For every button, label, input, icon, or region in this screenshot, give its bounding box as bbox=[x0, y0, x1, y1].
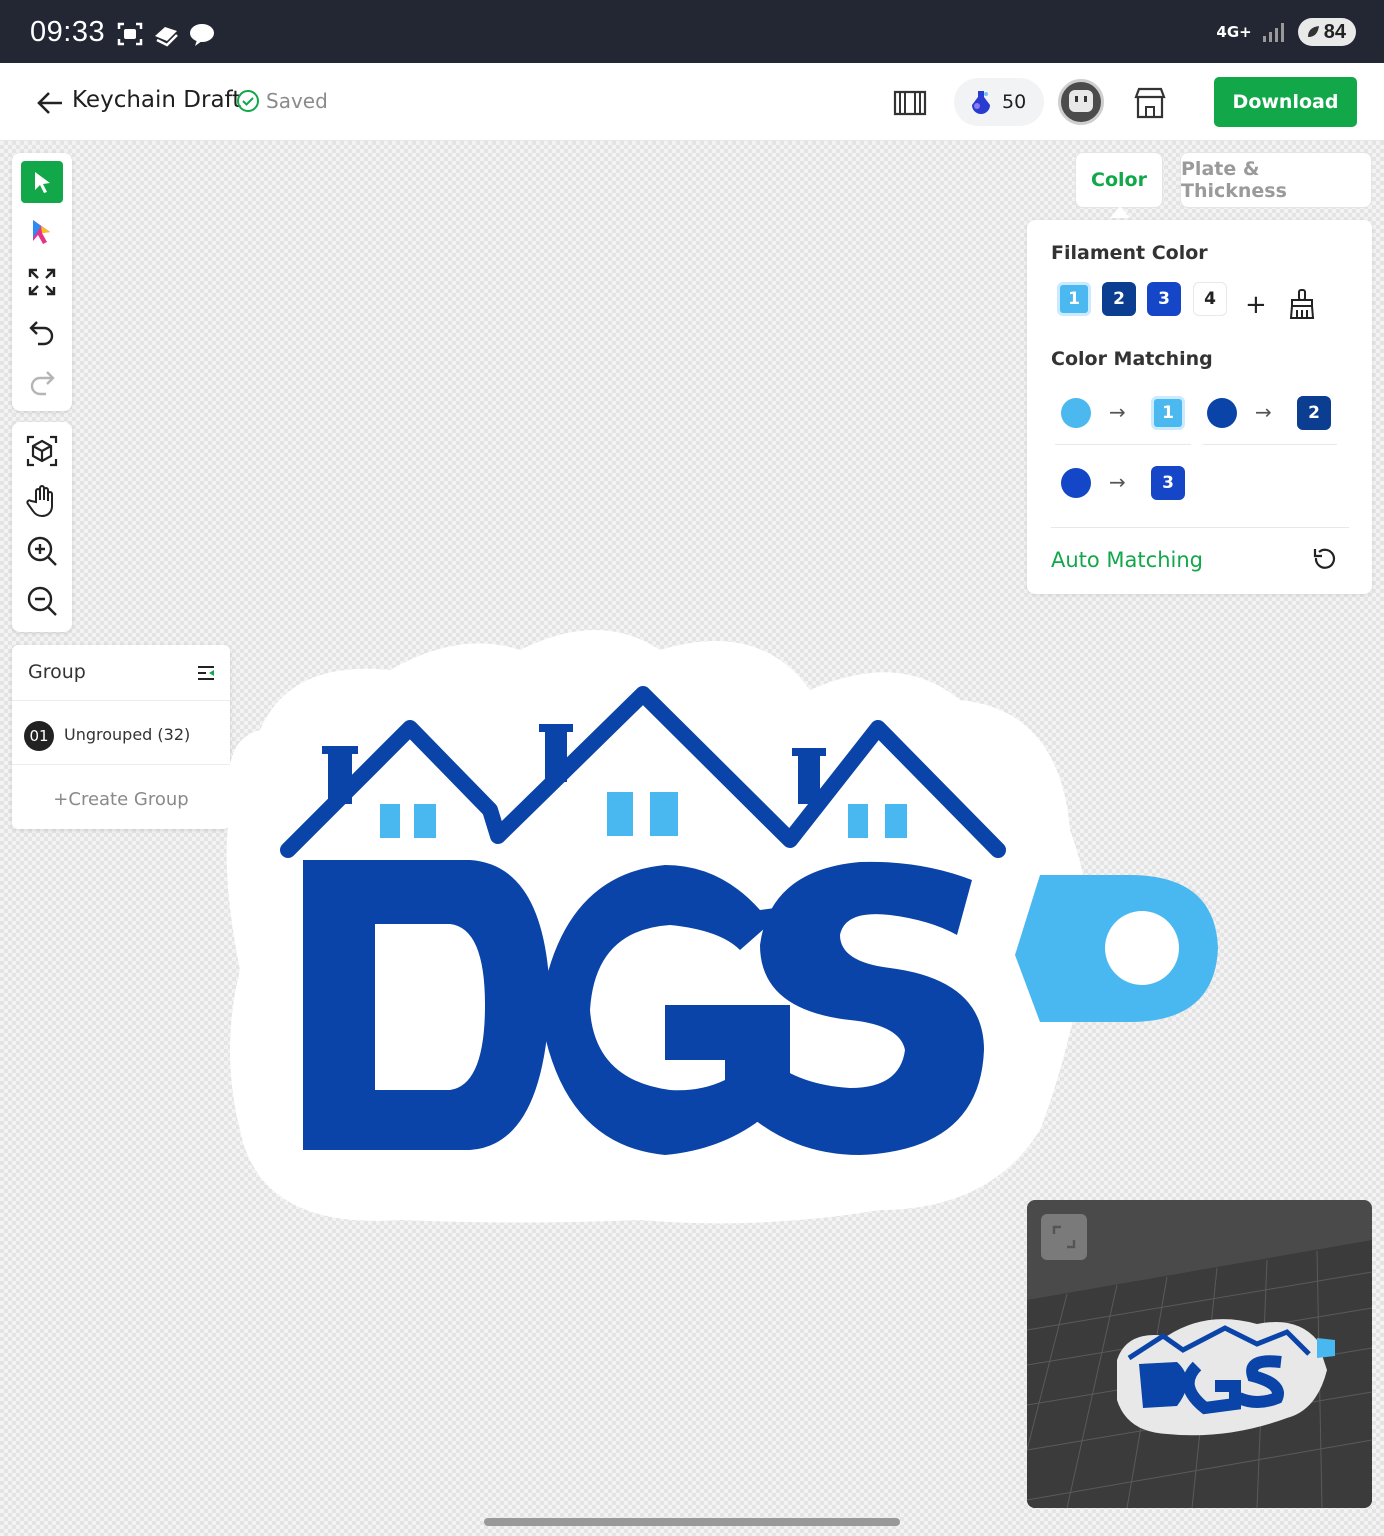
saved-label: Saved bbox=[266, 89, 328, 113]
group-number: 01 bbox=[24, 721, 54, 751]
tab-plate-thickness[interactable]: Plate & Thickness bbox=[1180, 152, 1372, 208]
credits-badge[interactable]: 50 bbox=[954, 78, 1044, 126]
credits-count: 50 bbox=[1002, 91, 1027, 113]
create-group-button[interactable]: +Create Group bbox=[12, 789, 230, 810]
keyring-tab[interactable] bbox=[1015, 875, 1218, 1022]
divider bbox=[1055, 444, 1191, 445]
match-source-1 bbox=[1061, 398, 1091, 428]
match-target-2[interactable]: 2 bbox=[1297, 396, 1331, 430]
leaf-icon bbox=[1307, 26, 1319, 37]
redo-tool[interactable] bbox=[21, 361, 63, 403]
arrow-right-icon: → bbox=[1255, 400, 1272, 424]
expand-preview-button[interactable] bbox=[1041, 1214, 1087, 1260]
divider bbox=[1203, 444, 1337, 445]
filament-chip-3[interactable]: 3 bbox=[1147, 282, 1181, 316]
cube-icon bbox=[26, 435, 58, 467]
tab-pointer bbox=[1110, 206, 1130, 218]
potion-icon bbox=[972, 91, 990, 114]
fit-screen-tool[interactable] bbox=[21, 261, 63, 303]
3d-preview-panel[interactable] bbox=[1027, 1200, 1372, 1508]
match-target-3[interactable]: 3 bbox=[1151, 466, 1185, 500]
check-circle-icon bbox=[237, 90, 259, 112]
brush-icon[interactable] bbox=[1287, 288, 1317, 320]
home-indicator[interactable] bbox=[484, 1518, 900, 1526]
status-icons bbox=[116, 20, 216, 48]
create-group-label: Create Group bbox=[68, 789, 189, 810]
keychain-artwork[interactable] bbox=[200, 610, 1230, 1230]
fit-screen-icon bbox=[28, 268, 56, 296]
status-bar: 09:33 4G+ 84 bbox=[0, 0, 1384, 63]
save-status: Saved bbox=[236, 89, 328, 113]
3d-model-preview bbox=[1117, 1319, 1335, 1436]
reset-icon[interactable] bbox=[1311, 546, 1339, 574]
group-label: Ungrouped (32) bbox=[64, 725, 191, 744]
battery-indicator: 84 bbox=[1297, 18, 1356, 46]
arrow-right-icon: → bbox=[1109, 400, 1126, 424]
match-source-3 bbox=[1061, 468, 1091, 498]
zoom-in-icon bbox=[27, 536, 57, 566]
arrow-right-icon: → bbox=[1109, 470, 1126, 494]
undo-tool[interactable] bbox=[21, 311, 63, 353]
group-title: Group bbox=[28, 661, 86, 683]
plus-icon: + bbox=[53, 789, 69, 810]
page-title: Keychain Draft bbox=[72, 87, 242, 113]
magic-cursor-icon bbox=[33, 220, 50, 244]
app-header: Keychain Draft Saved 50 Download bbox=[0, 63, 1384, 141]
zoom-in-tool[interactable] bbox=[21, 530, 63, 572]
group-panel: Group 01 Ungrouped (32) +Create Group bbox=[12, 645, 230, 829]
book-icon[interactable] bbox=[890, 83, 930, 123]
robot-avatar-icon bbox=[1069, 90, 1093, 112]
edit-toolbar bbox=[12, 153, 72, 411]
status-time: 09:33 bbox=[30, 16, 106, 48]
hand-icon bbox=[26, 485, 53, 518]
zoom-out-tool[interactable] bbox=[21, 580, 63, 622]
magic-select-tool[interactable] bbox=[21, 211, 63, 253]
avatar[interactable] bbox=[1058, 79, 1104, 125]
filament-color-title: Filament Color bbox=[1051, 242, 1208, 264]
battery-level: 84 bbox=[1323, 20, 1346, 43]
auto-matching-button[interactable]: Auto Matching bbox=[1051, 548, 1203, 572]
view-toolbar bbox=[12, 422, 72, 632]
match-target-1[interactable]: 1 bbox=[1151, 396, 1185, 430]
chat-icon bbox=[190, 24, 214, 46]
match-source-2 bbox=[1207, 398, 1237, 428]
filament-chip-1[interactable]: 1 bbox=[1057, 282, 1091, 316]
add-filament-button[interactable]: + bbox=[1245, 290, 1267, 320]
network-indicator: 4G+ bbox=[1216, 23, 1252, 41]
store-icon[interactable] bbox=[1130, 83, 1170, 123]
tab-color[interactable]: Color bbox=[1075, 152, 1163, 208]
zoom-out-icon bbox=[27, 586, 57, 616]
color-matching-title: Color Matching bbox=[1051, 348, 1213, 370]
download-button[interactable]: Download bbox=[1214, 77, 1357, 127]
group-item[interactable]: 01 Ungrouped (32) bbox=[12, 701, 230, 765]
color-panel: Filament Color 1 2 3 4 + Color Matching … bbox=[1027, 220, 1372, 594]
3d-view-tool[interactable] bbox=[21, 430, 63, 472]
redo-icon bbox=[30, 371, 55, 396]
cursor-icon bbox=[35, 172, 50, 193]
filament-chip-2[interactable]: 2 bbox=[1102, 282, 1136, 316]
select-tool[interactable] bbox=[21, 161, 63, 203]
filament-chip-4[interactable]: 4 bbox=[1193, 282, 1227, 316]
back-arrow-icon[interactable] bbox=[34, 87, 66, 119]
divider bbox=[1051, 527, 1349, 528]
pan-tool[interactable] bbox=[21, 480, 63, 522]
app-icon bbox=[155, 27, 178, 47]
undo-icon bbox=[29, 321, 54, 346]
signal-icon bbox=[1262, 23, 1284, 42]
screenshot-icon bbox=[117, 22, 143, 46]
expand-icon bbox=[1052, 1225, 1076, 1249]
